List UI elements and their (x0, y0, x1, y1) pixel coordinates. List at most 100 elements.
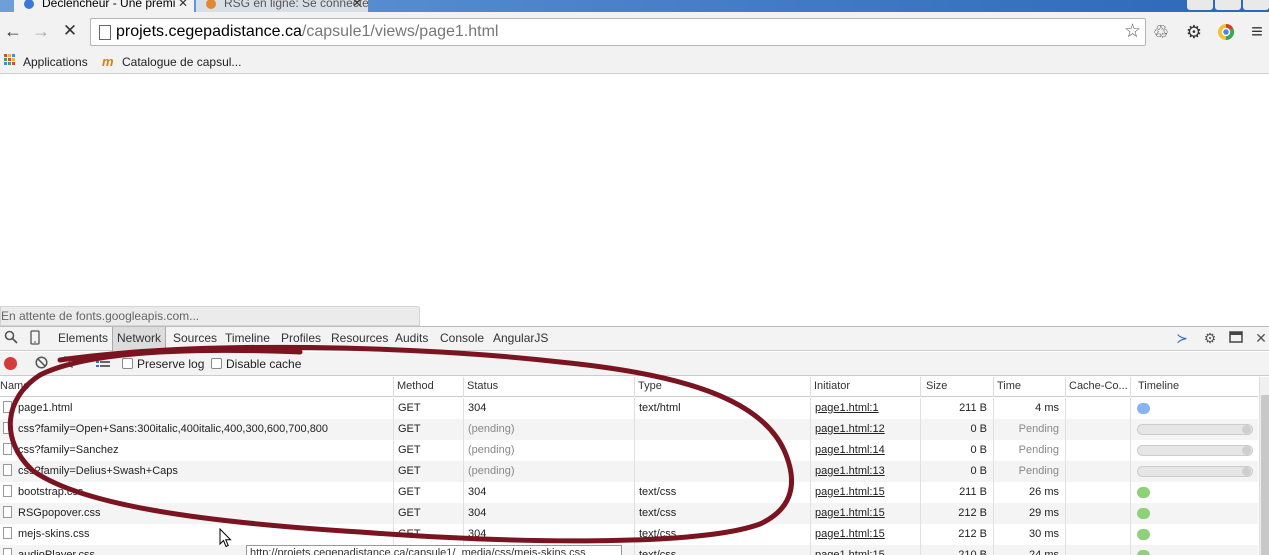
bookmarks-bar: Applications m Catalogue de capsul... (0, 50, 1269, 74)
cell-initiator[interactable]: page1.html:15 (814, 524, 921, 545)
page-favicon-icon (24, 0, 34, 9)
tab-sources[interactable]: Sources (173, 327, 217, 351)
cell-time: 29 ms (994, 503, 1066, 524)
record-button[interactable] (4, 357, 17, 370)
cell-initiator[interactable]: page1.html:15 (814, 545, 921, 555)
tab-console[interactable]: Console (440, 327, 484, 351)
timeline-pending-bar (1137, 424, 1253, 435)
col-cache-header[interactable]: Cache-Co... (1069, 377, 1131, 397)
close-tab-icon[interactable]: ✕ (178, 0, 188, 10)
request-name: page1.html (18, 402, 73, 414)
console-drawer-icon[interactable]: ≻ (1174, 330, 1190, 346)
list-view-icon[interactable] (95, 356, 111, 372)
request-name: bootstrap.css (18, 486, 84, 498)
col-type-header[interactable]: Type (638, 377, 811, 397)
forward-button[interactable]: → (31, 20, 51, 42)
recycle-extension-icon[interactable]: ♲ (1150, 22, 1172, 44)
table-row[interactable]: css?family=Delius+Swash+Caps GET (pending)… (0, 461, 1258, 482)
tab-audits[interactable]: Audits (395, 327, 428, 351)
tab-angularjs[interactable]: AngularJS (493, 327, 548, 351)
cell-initiator[interactable]: page1.html:15 (814, 503, 921, 524)
stop-button[interactable]: ✕ (60, 20, 80, 42)
bookmark-star-icon[interactable]: ☆ (1124, 21, 1141, 43)
url-text: projets.cegepadistance.ca/capsule1/views… (116, 23, 498, 41)
cell-status: 304 (467, 482, 635, 503)
scrollbar-thumb[interactable] (1261, 395, 1269, 555)
back-button[interactable]: ← (3, 20, 23, 42)
clear-icon[interactable] (33, 356, 49, 372)
table-row[interactable]: css?family=Sanchez GET (pending) page1.html… (0, 440, 1258, 461)
cell-name[interactable]: RSGpopover.css (0, 503, 394, 524)
maximize-button[interactable] (1215, 0, 1241, 10)
cell-name[interactable]: css?family=Delius+Swash+Caps (0, 461, 394, 482)
table-row[interactable]: css?family=Open+Sans:300italic,400italic… (0, 419, 1258, 440)
preserve-log-checkbox[interactable]: Preserve log (122, 356, 204, 372)
tab-elements[interactable]: Elements (58, 327, 108, 351)
devtools-settings-icon[interactable]: ⚙ (1202, 330, 1218, 346)
tab-resources[interactable]: Resources (331, 327, 388, 351)
table-row[interactable]: audioPlayer.cssGET304text/csspage1.html:… (0, 545, 1258, 555)
device-mode-icon[interactable] (27, 330, 43, 346)
col-name-header[interactable]: Name (0, 377, 394, 397)
search-icon[interactable] (3, 330, 19, 346)
minimize-button[interactable] (1187, 0, 1213, 10)
cell-time: 24 ms (994, 545, 1066, 555)
tab-rsg[interactable]: RSG en ligne: Se connecte ✕ (196, 0, 368, 12)
col-time-header[interactable]: Time (997, 377, 1066, 397)
cell-cache (1066, 545, 1131, 555)
timeline-bar (1137, 403, 1150, 414)
chrome-extension-icon[interactable] (1215, 22, 1237, 44)
table-row[interactable]: mejs-skins.css GET 304 text/css page1.html:1… (0, 524, 1258, 545)
filter-icon[interactable] (63, 356, 79, 372)
network-toolbar: Preserve log Disable cache (0, 352, 1269, 376)
moodle-favicon-icon (206, 0, 216, 9)
page-content (0, 75, 1269, 326)
close-tab-icon[interactable]: ✕ (352, 0, 362, 10)
url-tooltip: http://projets.cegepadistance.ca/capsule… (246, 545, 622, 555)
settings-gear-icon[interactable]: ⚙ (1183, 22, 1205, 44)
vertical-scrollbar[interactable] (1259, 377, 1269, 555)
table-row[interactable]: page1.html GET 304 text/html page1.html:1 211… (0, 398, 1258, 419)
checkbox-box[interactable] (211, 358, 222, 369)
window-controls (1185, 0, 1269, 12)
cell-timeline (1131, 503, 1258, 524)
cell-name[interactable]: css?family=Sanchez (0, 440, 394, 461)
cell-time: 4 ms (994, 398, 1066, 419)
tab-declencheur[interactable]: Déclencheur - Une premi ✕ (14, 0, 194, 12)
disable-cache-checkbox[interactable]: Disable cache (211, 356, 301, 372)
cell-initiator[interactable]: page1.html:13 (814, 461, 921, 482)
close-window-button[interactable] (1243, 0, 1269, 10)
file-icon (3, 464, 12, 476)
col-status-header[interactable]: Status (467, 377, 635, 397)
col-initiator-header[interactable]: Initiator (814, 377, 921, 397)
col-size-header[interactable]: Size (926, 377, 994, 397)
cell-name[interactable]: mejs-skins.css (0, 524, 394, 545)
cell-type: text/html (638, 398, 811, 419)
cell-name[interactable]: bootstrap.css (0, 482, 394, 503)
chrome-menu-icon[interactable]: ≡ (1246, 22, 1268, 44)
dock-side-icon[interactable] (1228, 330, 1244, 346)
tab-timeline[interactable]: Timeline (225, 327, 270, 351)
cell-initiator[interactable]: page1.html:1 (814, 398, 921, 419)
cell-initiator[interactable]: page1.html:15 (814, 482, 921, 503)
checkbox-box[interactable] (122, 358, 133, 369)
cell-cache (1066, 461, 1131, 482)
address-bar[interactable]: projets.cegepadistance.ca/capsule1/views… (90, 18, 1146, 46)
cell-time: Pending (994, 440, 1066, 461)
col-timeline-header[interactable]: Timeline (1138, 377, 1258, 397)
cell-initiator[interactable]: page1.html:14 (814, 440, 921, 461)
cell-name[interactable]: page1.html (0, 398, 394, 419)
bookmark-catalogue[interactable]: Catalogue de capsul... (122, 53, 241, 71)
tab-profiles[interactable]: Profiles (281, 327, 321, 351)
bookmark-applications[interactable]: Applications (23, 53, 88, 71)
tab-network[interactable]: Network (112, 327, 167, 351)
cell-type: text/css (638, 503, 811, 524)
cell-initiator[interactable]: page1.html:12 (814, 419, 921, 440)
cell-cache (1066, 482, 1131, 503)
page-icon (99, 25, 111, 40)
table-row[interactable]: bootstrap.css GET 304 text/css page1.html:15… (0, 482, 1258, 503)
close-devtools-icon[interactable]: ✕ (1253, 330, 1269, 346)
col-method-header[interactable]: Method (397, 377, 464, 397)
table-row[interactable]: RSGpopover.css GET 304 text/css page1.html:1… (0, 503, 1258, 524)
cell-name[interactable]: css?family=Open+Sans:300italic,400italic… (0, 419, 394, 440)
